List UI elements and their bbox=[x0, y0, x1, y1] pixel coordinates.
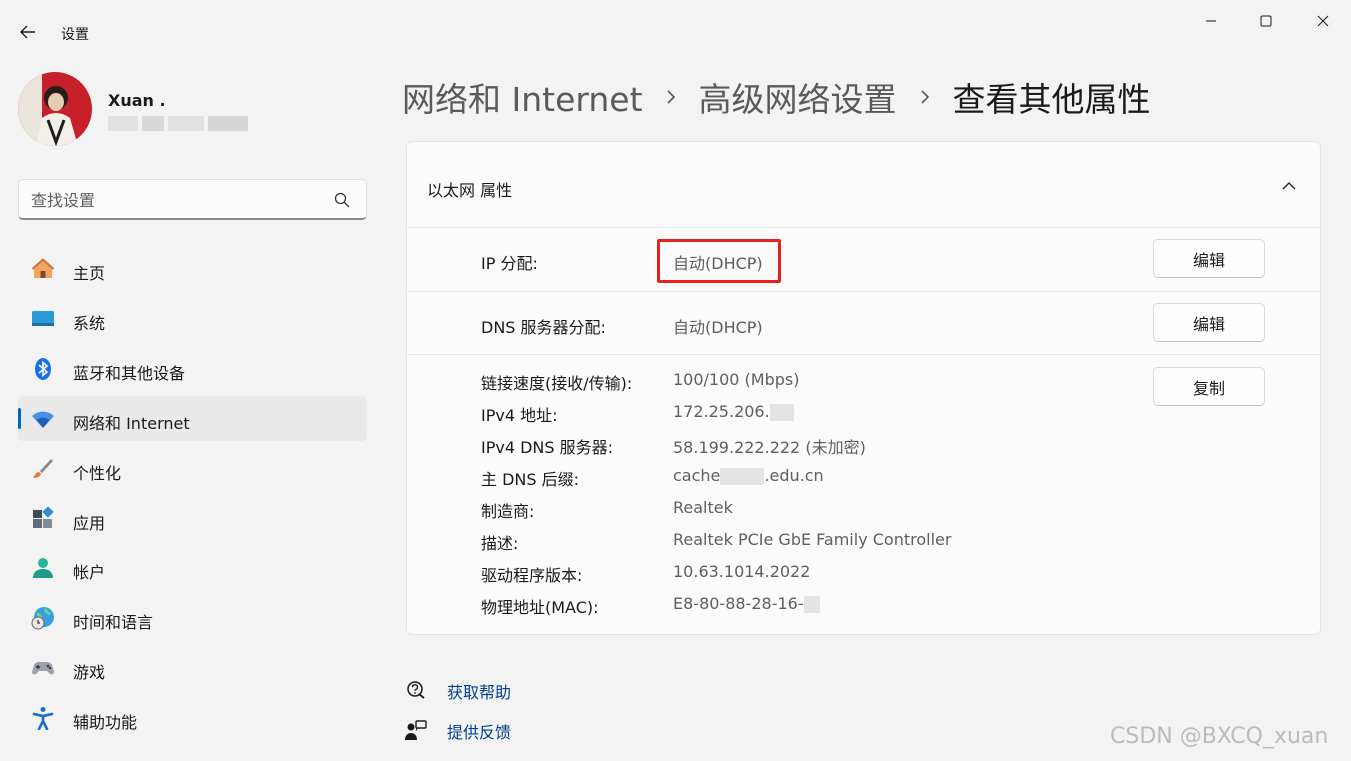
close-button[interactable] bbox=[1300, 6, 1346, 36]
ipv4-address-value: 172.25.206. bbox=[673, 402, 794, 421]
globe-clock-icon bbox=[31, 606, 55, 630]
sidebar-item-home[interactable]: 主页 bbox=[18, 246, 367, 291]
property-value: Realtek PCIe GbE Family Controller bbox=[673, 530, 952, 549]
system-icon bbox=[31, 307, 55, 331]
give-feedback-label: 提供反馈 bbox=[447, 723, 512, 742]
copy-button[interactable]: 复制 bbox=[1153, 367, 1265, 406]
app-title: 设置 bbox=[61, 27, 89, 43]
help-icon bbox=[407, 681, 425, 699]
property-value: 58.199.222.222 (未加密) bbox=[673, 438, 866, 457]
ip-assignment-label: IP 分配: bbox=[481, 254, 538, 273]
property-label: 制造商: bbox=[481, 502, 535, 521]
title-bar: 设置 bbox=[0, 0, 1351, 64]
sidebar-item-label: 网络和 Internet bbox=[73, 414, 190, 433]
search-box[interactable] bbox=[18, 179, 367, 220]
minimize-icon bbox=[1206, 20, 1216, 22]
sidebar-item-label: 主页 bbox=[73, 264, 106, 283]
search-icon[interactable] bbox=[333, 191, 351, 209]
back-button[interactable] bbox=[12, 18, 44, 46]
get-help-link[interactable]: 获取帮助 bbox=[405, 677, 605, 703]
sidebar-item-label: 帐户 bbox=[73, 563, 106, 582]
dns-assignment-label: DNS 服务器分配: bbox=[481, 318, 606, 337]
mac-address-value: E8-80-88-28-16- bbox=[673, 594, 820, 613]
property-value: Realtek bbox=[673, 498, 733, 517]
redacted-block bbox=[720, 468, 765, 485]
property-label: 链接速度(接收/传输): bbox=[481, 374, 633, 393]
breadcrumb-item-advanced[interactable]: 高级网络设置 bbox=[699, 73, 897, 121]
edit-ip-button[interactable]: 编辑 bbox=[1153, 239, 1265, 278]
accessibility-icon bbox=[31, 706, 55, 730]
user-name: Xuan . bbox=[108, 91, 166, 110]
sidebar-item-network[interactable]: 网络和 Internet bbox=[18, 396, 367, 441]
sidebar-item-label: 时间和语言 bbox=[73, 613, 154, 632]
apps-icon bbox=[31, 507, 55, 531]
ip-assignment-value: 自动(DHCP) bbox=[673, 254, 763, 273]
dns-suffix-value: cache .edu.cn bbox=[673, 466, 824, 485]
sidebar-item-accessibility[interactable]: 辅助功能 bbox=[18, 695, 367, 740]
account-icon bbox=[31, 556, 55, 580]
sidebar-item-gaming[interactable]: 游戏 bbox=[18, 645, 367, 690]
divider bbox=[407, 227, 1320, 228]
card-title: 以太网 属性 bbox=[427, 181, 513, 200]
divider bbox=[407, 291, 1320, 292]
sidebar-item-label: 游戏 bbox=[73, 663, 106, 682]
feedback-icon bbox=[405, 720, 427, 740]
bluetooth-icon bbox=[31, 357, 55, 381]
user-email-redacted bbox=[108, 116, 252, 131]
breadcrumb: 网络和 Internet 高级网络设置 查看其他属性 bbox=[402, 74, 1151, 120]
sidebar-item-personalization[interactable]: 个性化 bbox=[18, 446, 367, 491]
wifi-icon bbox=[31, 407, 55, 431]
divider bbox=[407, 354, 1320, 355]
sidebar-item-label: 个性化 bbox=[73, 464, 122, 483]
breadcrumb-item-network[interactable]: 网络和 Internet bbox=[402, 73, 643, 121]
dns-assignment-value: 自动(DHCP) bbox=[673, 318, 763, 337]
active-indicator bbox=[18, 408, 21, 429]
sidebar-item-label: 应用 bbox=[73, 514, 106, 533]
sidebar-item-time-language[interactable]: 时间和语言 bbox=[18, 595, 367, 640]
search-input[interactable] bbox=[31, 188, 321, 212]
property-label: IPv4 地址: bbox=[481, 406, 558, 425]
back-arrow-icon bbox=[20, 25, 35, 39]
sidebar-item-label: 蓝牙和其他设备 bbox=[73, 364, 186, 383]
maximize-icon bbox=[1260, 15, 1272, 27]
gamepad-icon bbox=[31, 656, 55, 680]
property-label: 驱动程序版本: bbox=[481, 566, 583, 585]
maximize-button[interactable] bbox=[1243, 6, 1289, 36]
brush-icon bbox=[31, 457, 55, 481]
sidebar-item-system[interactable]: 系统 bbox=[18, 296, 367, 341]
property-label: IPv4 DNS 服务器: bbox=[481, 438, 614, 457]
property-label: 物理地址(MAC): bbox=[481, 598, 599, 617]
avatar[interactable] bbox=[18, 72, 92, 146]
property-label: 主 DNS 后缀: bbox=[481, 470, 580, 489]
page-title: 查看其他属性 bbox=[952, 80, 1151, 119]
get-help-label: 获取帮助 bbox=[447, 683, 512, 702]
redacted-block bbox=[769, 404, 794, 421]
chevron-right-icon bbox=[665, 88, 677, 106]
edit-dns-button[interactable]: 编辑 bbox=[1153, 303, 1265, 342]
minimize-button[interactable] bbox=[1188, 6, 1234, 36]
watermark: CSDN @BXCQ_xuan bbox=[1110, 724, 1329, 749]
sidebar-item-accounts[interactable]: 帐户 bbox=[18, 545, 367, 590]
close-icon bbox=[1317, 15, 1329, 27]
give-feedback-link[interactable]: 提供反馈 bbox=[405, 717, 605, 743]
sidebar-item-label: 系统 bbox=[73, 314, 106, 333]
property-value: 10.63.1014.2022 bbox=[673, 562, 811, 581]
property-label: 描述: bbox=[481, 534, 519, 553]
sidebar-item-bluetooth[interactable]: 蓝牙和其他设备 bbox=[18, 346, 367, 391]
property-value: 100/100 (Mbps) bbox=[673, 370, 800, 389]
redacted-block bbox=[803, 596, 820, 613]
card-header[interactable]: 以太网 属性 bbox=[407, 142, 1320, 228]
ethernet-properties-card: 以太网 属性 IP 分配: 自动(DHCP) 编辑 DNS 服务器分配: 自动(… bbox=[406, 141, 1321, 635]
sidebar-item-label: 辅助功能 bbox=[73, 713, 138, 732]
home-icon bbox=[31, 257, 55, 281]
sidebar-item-apps[interactable]: 应用 bbox=[18, 496, 367, 541]
chevron-right-icon bbox=[919, 88, 931, 106]
chevron-up-icon[interactable] bbox=[1277, 175, 1301, 195]
